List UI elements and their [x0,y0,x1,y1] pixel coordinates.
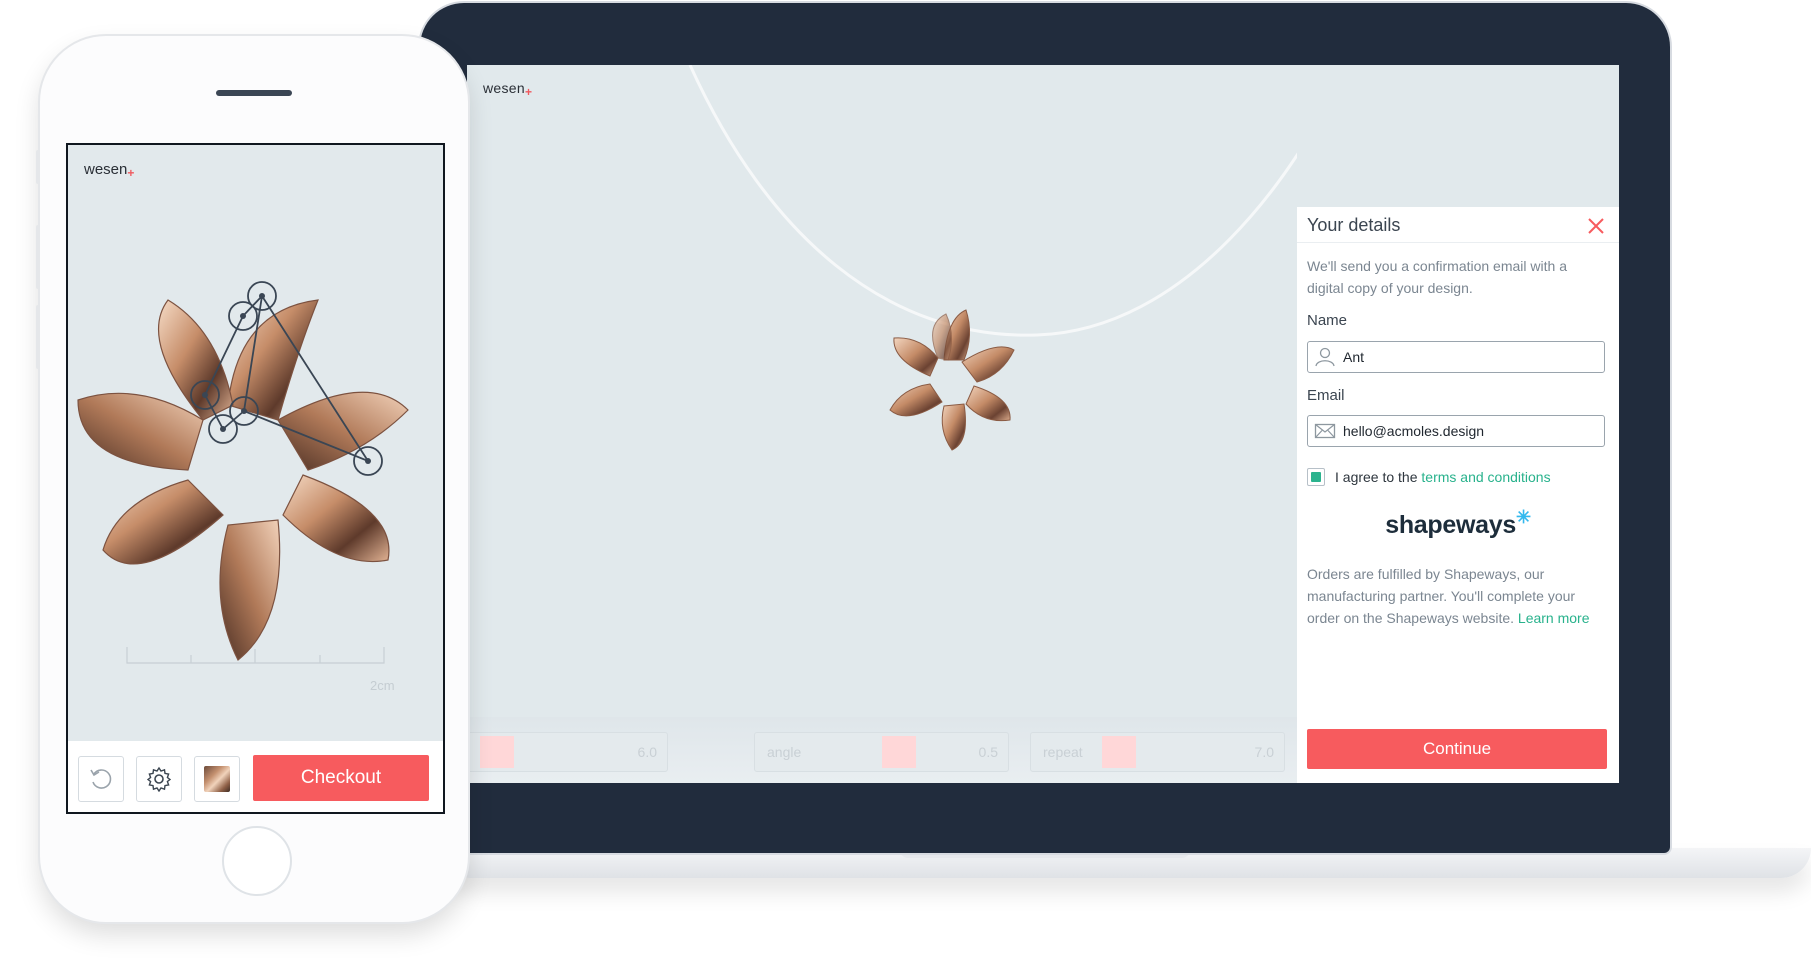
material-swatch-icon [204,766,230,792]
terms-text: I agree to the terms and conditions [1335,469,1551,485]
slider-angle[interactable]: angle 0.5 [754,732,1009,772]
ruler-label: 2cm [370,678,395,693]
phone-screen: wesen+ 2cm Checkout [66,143,445,814]
slider-thumb[interactable] [480,736,514,768]
terms-checkbox[interactable] [1307,468,1325,486]
mail-icon [1314,423,1336,439]
scale-ruler [126,647,385,664]
close-icon[interactable] [1585,215,1607,237]
phone-toolbar: Checkout [68,741,443,812]
phone-speaker [216,90,292,96]
shapeways-logo: shapeways✳ [1385,507,1531,539]
slider-label: repeat [1043,744,1083,760]
name-label: Name [1307,312,1348,329]
dialog-intro: We'll send you a confirmation email with… [1307,258,1567,296]
email-field[interactable] [1341,419,1595,443]
email-field-box [1307,415,1605,447]
learn-more-link[interactable]: Learn more [1518,610,1590,626]
slider-value: 0.5 [978,744,998,760]
phone-side-button [36,305,40,369]
partner-text: Orders are fulfilled by Shapeways, our m… [1307,566,1590,626]
dialog-divider [1297,242,1619,243]
settings-button[interactable] [136,756,182,802]
dialog-title: Your details [1307,215,1401,235]
phone-side-button [36,225,40,289]
gear-icon [146,766,172,792]
slider-thumb[interactable] [882,736,916,768]
slider-repeat[interactable]: repeat 7.0 [1030,732,1285,772]
material-button[interactable] [194,756,240,802]
checkout-button[interactable]: Checkout [253,755,429,801]
terms-link[interactable]: terms and conditions [1421,469,1550,485]
phone-side-button [36,150,40,184]
slider-thumb[interactable] [1102,736,1136,768]
name-field-box [1307,341,1605,373]
phone-brand-logo: wesen+ [84,161,135,180]
laptop-screen: wesen+ radius 6.0 [467,65,1619,783]
slider-label: angle [767,744,802,760]
laptop-3d-canvas[interactable] [467,65,1349,783]
details-dialog: Your details We'll send you a confirmati… [1297,207,1619,783]
slider-value: 7.0 [1254,744,1274,760]
email-label: Email [1307,387,1345,404]
phone-home-button[interactable] [222,826,292,896]
pendant-small [889,309,1015,451]
slider-radius[interactable]: radius 6.0 [467,732,668,772]
pendant-editor-canvas[interactable] [68,215,443,695]
continue-button[interactable]: Continue [1307,729,1607,769]
undo-icon [90,769,112,789]
undo-button[interactable] [78,756,124,802]
user-icon [1315,347,1335,367]
slider-value: 6.0 [637,744,657,760]
name-field[interactable] [1341,345,1595,369]
check-icon [1311,472,1321,482]
